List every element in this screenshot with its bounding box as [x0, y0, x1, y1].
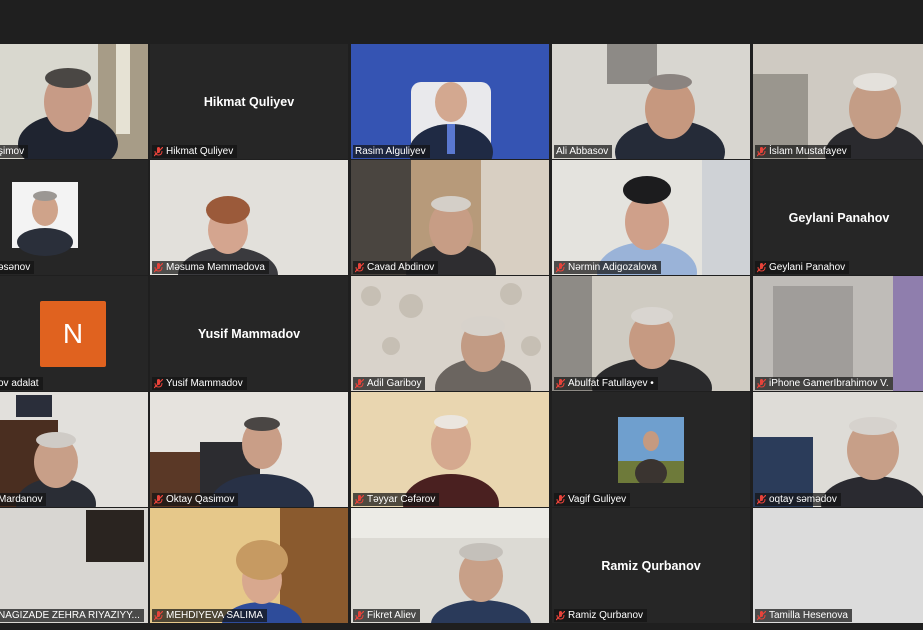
participant-name-label: Fikret Aliev [353, 609, 420, 622]
participant-name-label: Yusif Mammadov [152, 377, 247, 390]
participant-name-label: Adil Gariboy [353, 377, 426, 390]
participant-name-label: Geylani Panahov [755, 261, 850, 274]
participant-video [552, 160, 750, 275]
participant-video [351, 276, 549, 391]
participant-name-label: Nərmin Adigozalova [554, 261, 661, 274]
participant-video [150, 508, 348, 623]
participant-name-label: Mardanov [0, 493, 47, 506]
video-tile[interactable]: Mardanov [0, 392, 148, 507]
video-tile[interactable]: Cavad Abdinov [351, 160, 549, 275]
participant-name-label: İslam Mustafayev [755, 145, 851, 158]
video-tile[interactable]: Oktay Qasimov [150, 392, 348, 507]
participant-name-label: Vagif Guliyev [554, 493, 631, 506]
mic-muted-icon [556, 610, 565, 621]
mic-muted-icon [757, 146, 766, 157]
mic-muted-icon [154, 262, 163, 273]
participant-video [753, 276, 923, 391]
video-tile[interactable]: oqtay səmədov [753, 392, 923, 507]
participant-video [351, 508, 549, 623]
video-tile[interactable]: Fikret Aliev [351, 508, 549, 623]
video-tile[interactable]: şimov [0, 44, 148, 159]
video-tile[interactable]: NAGIZADE ZEHRA RIYAZIYY... [0, 508, 148, 623]
participant-name-label: Tamilla Hesenova [755, 609, 852, 622]
mic-muted-icon [757, 262, 766, 273]
video-tile[interactable]: Ali Abbasov [552, 44, 750, 159]
mic-muted-icon [154, 378, 163, 389]
participant-video [552, 276, 750, 391]
participant-name-label: ov adalat [0, 377, 43, 390]
participant-video [0, 508, 148, 623]
mic-muted-icon [154, 610, 163, 621]
participant-name-label: Oktay Qasimov [152, 493, 239, 506]
mic-muted-icon [757, 610, 766, 621]
video-tile[interactable]: Adil Gariboy [351, 276, 549, 391]
participant-video [150, 392, 348, 507]
video-tile[interactable]: Ramiz Qurbanov Ramiz Qurbanov [552, 508, 750, 623]
participant-name-label: Ali Abbasov [554, 145, 613, 158]
participant-video [150, 160, 348, 275]
participant-video [0, 160, 148, 275]
participant-name-label: Təyyar Cəfərov [353, 493, 440, 506]
participant-name-label: iPhone GamerIbrahimov V. [755, 377, 893, 390]
participant-video [351, 160, 549, 275]
video-tile[interactable]: iPhone GamerIbrahimov V. [753, 276, 923, 391]
video-tile[interactable]: Məsumə Məmmədova [150, 160, 348, 275]
video-tile[interactable]: Yusif Mammadov Yusif Mammadov [150, 276, 348, 391]
participant-display-name: Ramiz Qurbanov [601, 558, 701, 573]
participant-video [753, 44, 923, 159]
participant-name-label: Ramiz Qurbanov [554, 609, 648, 622]
participant-video [0, 392, 148, 507]
participant-video [351, 44, 549, 159]
participant-avatar: N [40, 300, 106, 367]
participant-name-label: əsənov [0, 261, 35, 274]
participant-name-label: Məsumə Məmmədova [152, 261, 269, 274]
participant-video [552, 44, 750, 159]
participant-display-name: Hikmat Quliyev [203, 94, 295, 109]
mic-muted-icon [556, 262, 565, 273]
mic-muted-icon [556, 378, 565, 389]
video-tile[interactable]: Təyyar Cəfərov [351, 392, 549, 507]
video-tile[interactable]: İslam Mustafayev [753, 44, 923, 159]
mic-muted-icon [556, 494, 565, 505]
video-tile[interactable]: əsənov [0, 160, 148, 275]
video-tile[interactable]: Abulfat Fatullayev • [552, 276, 750, 391]
participant-name-label: Rasim Alguliyev [353, 145, 430, 158]
video-tile[interactable]: Nərmin Adigozalova [552, 160, 750, 275]
participant-display-name: Geylani Panahov [788, 210, 890, 225]
participant-video [753, 508, 923, 623]
video-tile[interactable]: Rasim Alguliyev [351, 44, 549, 159]
mic-muted-icon [355, 494, 364, 505]
participant-name-label: MEHDIYEVA SALIMA [152, 609, 268, 622]
mic-muted-icon [355, 610, 364, 621]
participant-display-name: Yusif Mammadov [197, 326, 301, 341]
mic-muted-icon [154, 146, 163, 157]
participant-video [753, 392, 923, 507]
participant-video [351, 392, 549, 507]
mic-muted-icon [355, 262, 364, 273]
mic-muted-icon [355, 378, 364, 389]
participant-video [0, 44, 148, 159]
video-tile[interactable]: Vagif Guliyev [552, 392, 750, 507]
participant-name-label: Hikmat Quliyev [152, 145, 238, 158]
participant-name-label: Abulfat Fatullayev • [554, 377, 658, 390]
participant-name-label: şimov [0, 145, 29, 158]
participant-name-label: Cavad Abdinov [353, 261, 439, 274]
participant-name-label: NAGIZADE ZEHRA RIYAZIYY... [0, 609, 144, 622]
video-tile[interactable]: Tamilla Hesenova [753, 508, 923, 623]
mic-muted-icon [154, 494, 163, 505]
video-tile[interactable]: Geylani Panahov Geylani Panahov [753, 160, 923, 275]
mic-muted-icon [757, 378, 766, 389]
video-tile[interactable]: Hikmat Quliyev Hikmat Quliyev [150, 44, 348, 159]
participant-name-label: oqtay səmədov [755, 493, 841, 506]
mic-muted-icon [757, 494, 766, 505]
participant-photo [618, 416, 684, 483]
video-tile[interactable]: MEHDIYEVA SALIMA [150, 508, 348, 623]
video-grid: şimov Hikmat Quliyev Hikmat Quliyev Rasi… [0, 0, 923, 630]
video-tile[interactable]: N ov adalat [0, 276, 148, 391]
